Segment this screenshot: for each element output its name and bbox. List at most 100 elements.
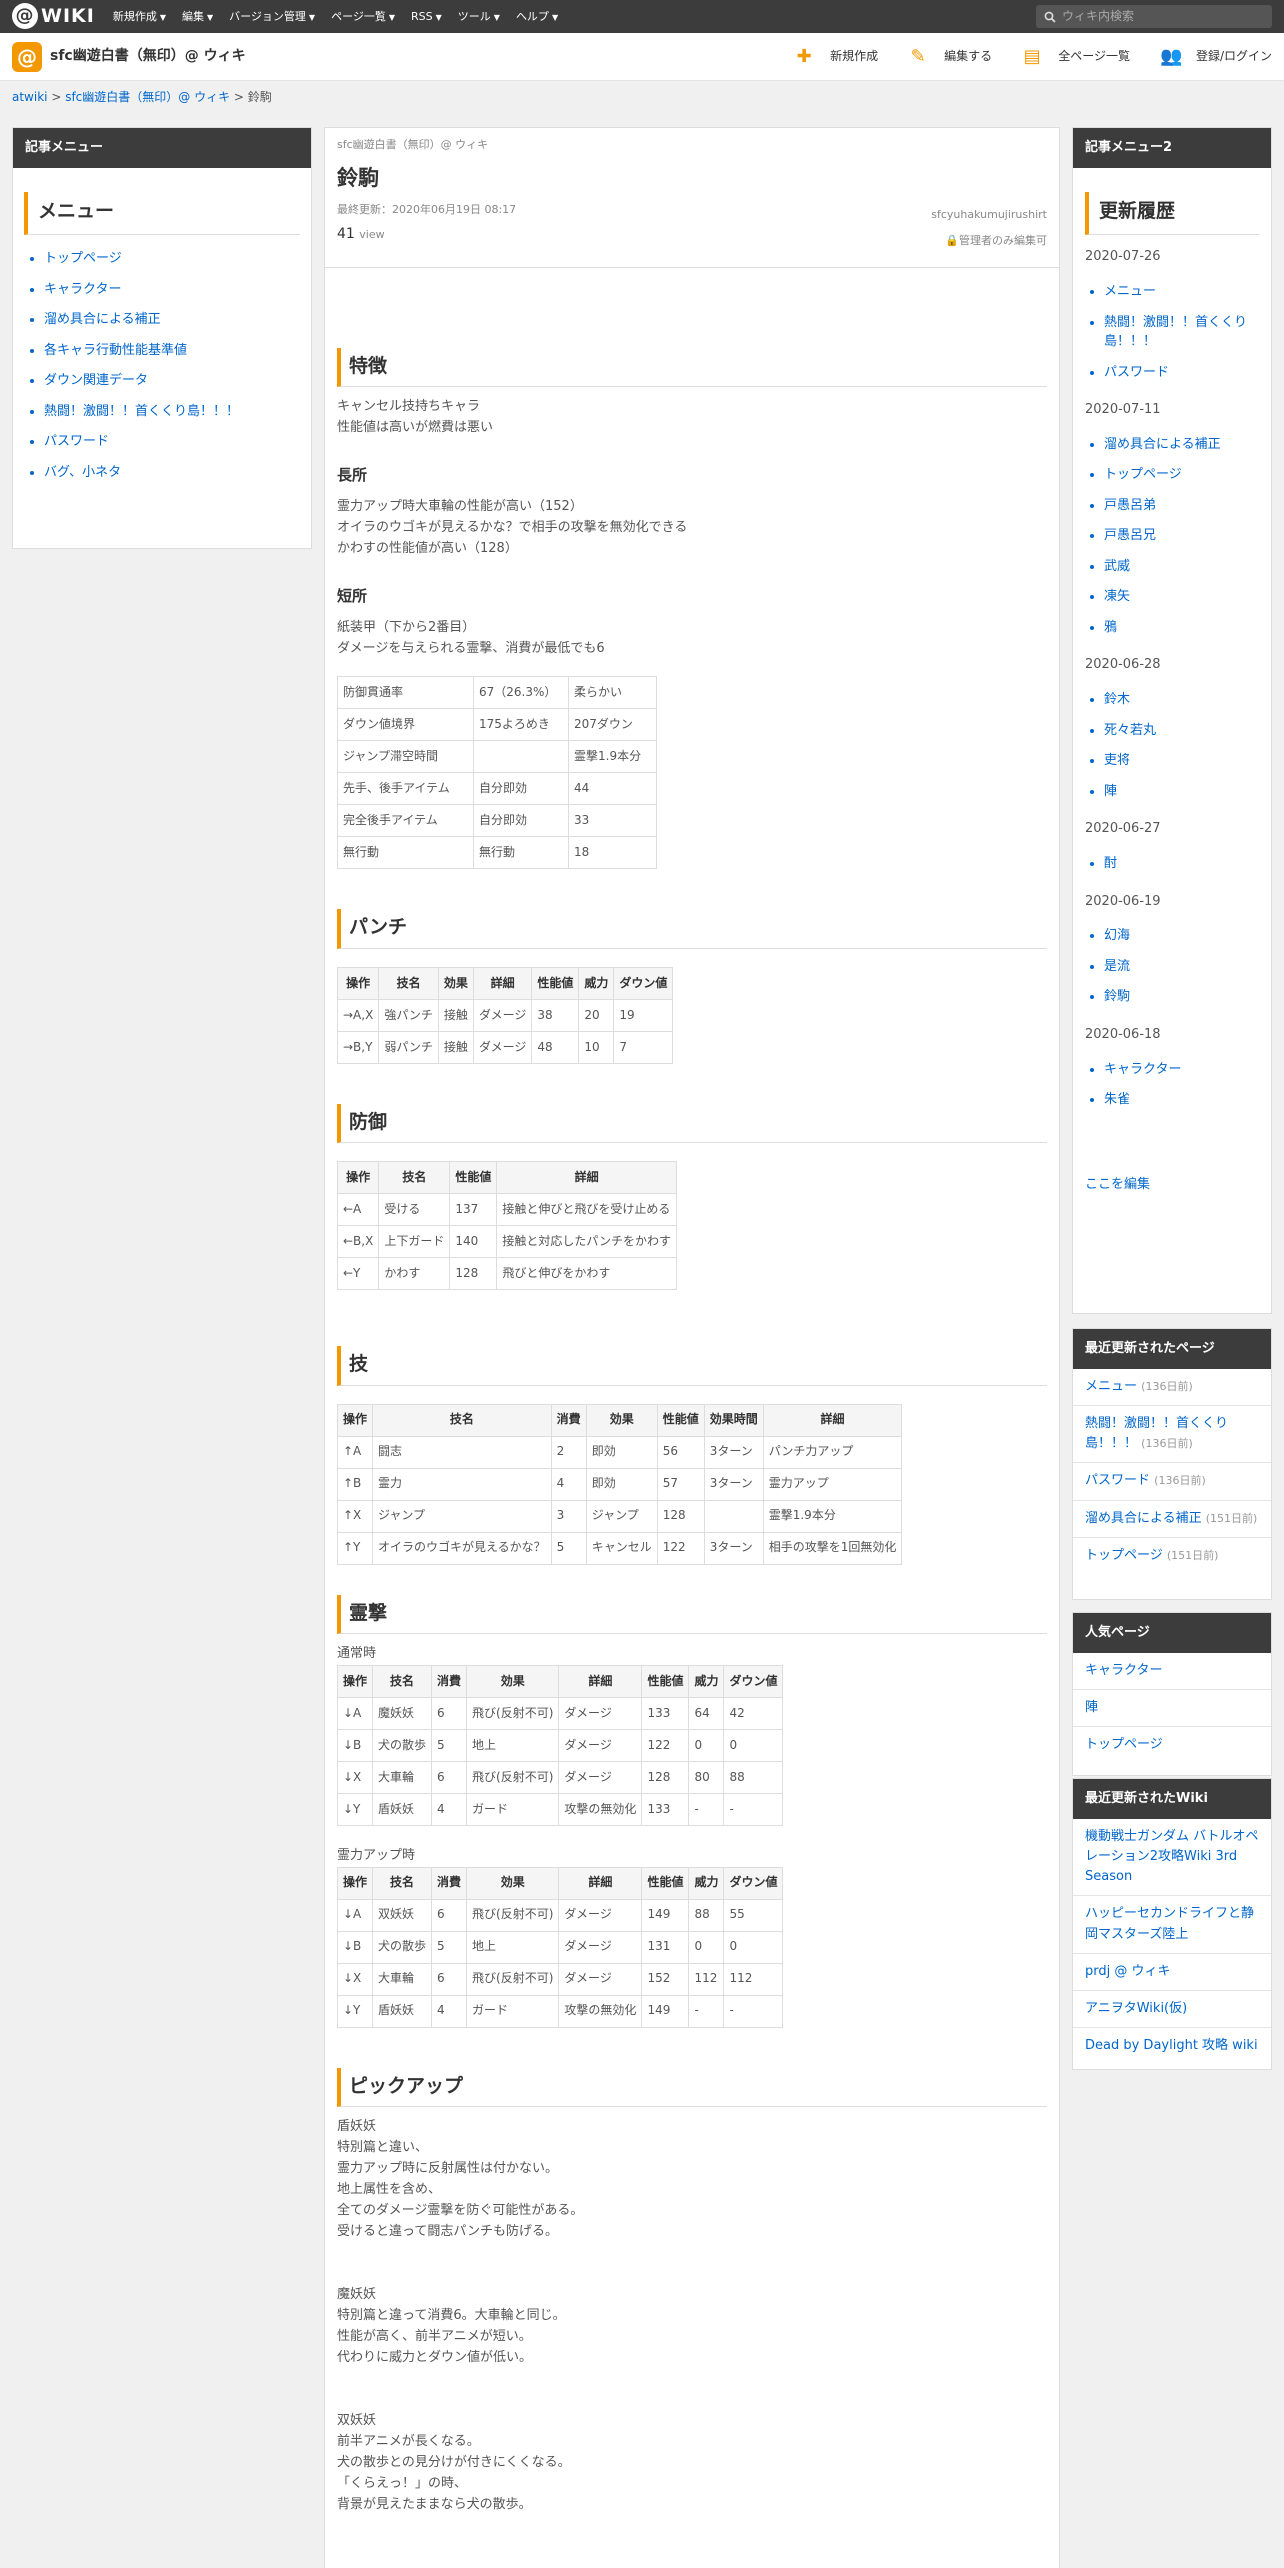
history-link[interactable]: キャラクター <box>1104 1062 1181 1077</box>
site-logo-icon[interactable]: @ <box>12 41 42 72</box>
menu-link[interactable]: 各キャラ行動性能基準値 <box>44 343 187 358</box>
wiki-link[interactable]: prdj @ ウィキ <box>1085 1964 1171 1979</box>
history-item[interactable]: 幻海 <box>1104 926 1263 946</box>
history-item[interactable]: 鈴木 <box>1104 690 1263 710</box>
nav-rss[interactable]: RSS ▼ <box>411 8 442 26</box>
history-link[interactable]: 朱雀 <box>1104 1092 1130 1107</box>
popular-page-link[interactable]: トップページ <box>1085 1737 1163 1752</box>
history-link[interactable]: 死々若丸 <box>1104 723 1156 738</box>
history-item[interactable]: 熱闘！激闘！！首くくり島！！！ <box>1104 313 1263 352</box>
nav-version[interactable]: バージョン管理 ▼ <box>229 8 315 26</box>
table-cell: 133 <box>641 1696 690 1730</box>
nav-edit[interactable]: 編集 ▼ <box>182 8 213 26</box>
edit-menu-link[interactable]: ここを編集 <box>1085 1177 1150 1192</box>
history-item[interactable]: 陣 <box>1104 782 1263 802</box>
wiki-link[interactable]: 機動戦士ガンダム バトルオペレーション2攻略Wiki 3rd Season <box>1085 1829 1259 1884</box>
popular-page-link[interactable]: 陣 <box>1085 1700 1098 1715</box>
history-link[interactable]: 吏将 <box>1104 753 1130 768</box>
history-item[interactable]: 鴉 <box>1104 618 1263 638</box>
page-author[interactable]: sfcyuhakumujirushirt <box>931 206 1047 224</box>
history-link[interactable]: 幻海 <box>1104 928 1130 943</box>
wiki-link[interactable]: ハッピーセカンドライフと静岡マスターズ陸上 <box>1085 1906 1254 1941</box>
menu-item[interactable]: 熱闘！激闘！！首くくり島！！！ <box>44 402 303 422</box>
table-cell: ↑B <box>336 1467 374 1501</box>
history-item[interactable]: 鈴駒 <box>1104 987 1263 1007</box>
nav-tools[interactable]: ツール ▼ <box>458 8 500 26</box>
history-item[interactable]: 戸愚呂兄 <box>1104 526 1263 546</box>
site-name[interactable]: sfc幽遊白書（無印）@ ウィキ <box>50 45 246 67</box>
table-cell: 6 <box>431 1760 468 1794</box>
wiki-link[interactable]: Dead by Daylight 攻略 wiki <box>1085 2038 1258 2053</box>
history-item[interactable]: メニュー <box>1104 282 1263 302</box>
recent-page-link[interactable]: パスワード <box>1085 1473 1150 1488</box>
menu-item[interactable]: 溜め具合による補正 <box>44 310 303 330</box>
history-link[interactable]: 熱闘！激闘！！首くくり島！！！ <box>1104 315 1247 350</box>
nav-pages[interactable]: ページ一覧 ▼ <box>331 8 395 26</box>
menu-item[interactable]: 各キャラ行動性能基準値 <box>44 341 303 361</box>
menu-link[interactable]: キャラクター <box>44 282 121 297</box>
menu-link[interactable]: 熱闘！激闘！！首くくり島！！！ <box>44 404 239 419</box>
history-link[interactable]: パスワード <box>1104 365 1169 380</box>
history-item[interactable]: 死々若丸 <box>1104 721 1263 741</box>
menu-item[interactable]: ダウン関連データ <box>44 371 303 391</box>
table-cell: 175よろめき <box>473 708 569 742</box>
menu-item[interactable]: パスワード <box>44 432 303 452</box>
menu-link[interactable]: ダウン関連データ <box>44 373 148 388</box>
breadcrumb-atwiki[interactable]: atwiki <box>12 90 48 104</box>
table-cell: ダメージ <box>558 1728 643 1762</box>
nav-new[interactable]: 新規作成 ▼ <box>113 8 166 26</box>
history-item[interactable]: キャラクター <box>1104 1060 1263 1080</box>
history-item[interactable]: 凍矢 <box>1104 587 1263 607</box>
menu-link[interactable]: 溜め具合による補正 <box>44 312 161 327</box>
table-header: 消費 <box>431 1866 468 1900</box>
history-item[interactable]: 朱雀 <box>1104 1090 1263 1110</box>
history-item[interactable]: 溜め具合による補正 <box>1104 435 1263 455</box>
wiki-search-input[interactable]: ウィキ内検索 <box>1036 5 1272 28</box>
edit-page-button[interactable]: ✎ 編集する <box>908 43 993 72</box>
history-item[interactable]: 酎 <box>1104 854 1263 874</box>
history-link[interactable]: 是流 <box>1104 959 1130 974</box>
recent-page-link[interactable]: トップページ <box>1085 1548 1163 1563</box>
table-cell: 0 <box>723 1930 784 1964</box>
table-cell: 140 <box>449 1225 498 1259</box>
new-page-label: 新規作成 <box>830 49 879 64</box>
history-item[interactable]: 是流 <box>1104 957 1263 977</box>
menu-item[interactable]: トップページ <box>44 249 303 269</box>
history-item[interactable]: トップページ <box>1104 465 1263 485</box>
history-link[interactable]: 溜め具合による補正 <box>1104 437 1221 452</box>
table-cell: 3 <box>550 1499 587 1533</box>
menu-link[interactable]: パスワード <box>44 434 109 449</box>
table-cell: 地上 <box>466 1728 560 1762</box>
recent-pages-header: 最近更新されたページ <box>1073 1329 1271 1369</box>
history-link[interactable]: 鈴木 <box>1104 692 1130 707</box>
history-item[interactable]: パスワード <box>1104 363 1263 383</box>
recent-page-link[interactable]: メニュー <box>1085 1379 1137 1394</box>
history-link[interactable]: 武威 <box>1104 559 1130 574</box>
menu-link[interactable]: バグ、小ネタ <box>44 465 121 480</box>
recent-page-link[interactable]: 溜め具合による補正 <box>1085 1511 1202 1526</box>
nav-help[interactable]: ヘルプ ▼ <box>516 8 558 26</box>
menu-item[interactable]: バグ、小ネタ <box>44 463 303 483</box>
history-link[interactable]: 陣 <box>1104 784 1117 799</box>
new-page-button[interactable]: ✚ 新規作成 <box>794 43 879 72</box>
history-link[interactable]: 戸愚呂兄 <box>1104 528 1156 543</box>
history-item[interactable]: 吏将 <box>1104 751 1263 771</box>
history-link[interactable]: 鈴駒 <box>1104 989 1130 1004</box>
wiki-link[interactable]: アニヲタWiki(仮) <box>1085 2001 1187 2016</box>
table-header-row: 操作 技名 消費 効果 詳細 性能値 威力 ダウン値 <box>336 1664 784 1698</box>
breadcrumb-site[interactable]: sfc幽遊白書（無印）@ ウィキ <box>65 90 230 104</box>
history-item[interactable]: 戸愚呂弟 <box>1104 496 1263 516</box>
history-link[interactable]: トップページ <box>1104 467 1182 482</box>
history-link[interactable]: 凍矢 <box>1104 589 1130 604</box>
popular-page-link[interactable]: キャラクター <box>1085 1663 1162 1678</box>
history-link[interactable]: 酎 <box>1104 856 1117 871</box>
history-item[interactable]: 武威 <box>1104 557 1263 577</box>
login-button[interactable]: 👥 登録/ログイン <box>1160 43 1272 72</box>
history-link[interactable]: 鴉 <box>1104 620 1117 635</box>
all-pages-button[interactable]: ▤ 全ページ一覧 <box>1022 43 1130 72</box>
history-link[interactable]: メニュー <box>1104 284 1156 299</box>
atwiki-logo[interactable]: @ WIKI <box>12 1 95 31</box>
menu-link[interactable]: トップページ <box>44 251 122 266</box>
history-link[interactable]: 戸愚呂弟 <box>1104 498 1156 513</box>
menu-item[interactable]: キャラクター <box>44 280 303 300</box>
